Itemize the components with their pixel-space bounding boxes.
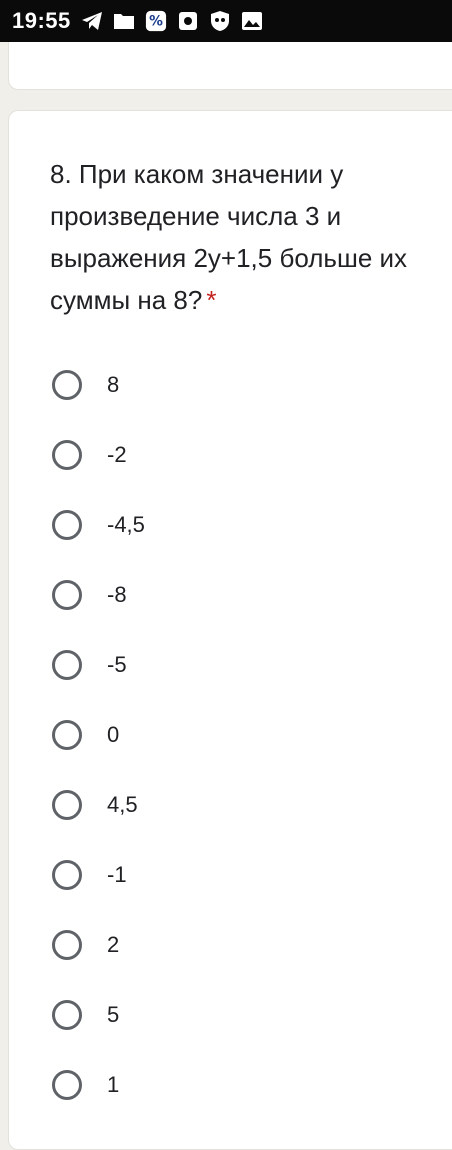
option-label: 8	[107, 372, 120, 397]
option-item[interactable]: -8	[50, 560, 145, 630]
radio-button[interactable]	[52, 790, 82, 820]
option-label: 0	[107, 722, 120, 747]
question-text: 8. При каком значении у произведение чис…	[50, 159, 408, 315]
required-asterisk: *	[206, 285, 217, 315]
option-label: 5	[107, 1002, 120, 1027]
radio-button[interactable]	[52, 930, 82, 960]
folder-icon	[113, 10, 135, 32]
option-item[interactable]: 1	[50, 1050, 145, 1120]
option-item[interactable]: 0	[50, 700, 145, 770]
telegram-icon	[81, 10, 103, 32]
option-label: -1	[107, 862, 127, 887]
media-icon	[177, 10, 199, 32]
radio-button[interactable]	[52, 510, 82, 540]
option-item[interactable]: -1	[50, 840, 145, 910]
option-label: 2	[107, 932, 120, 957]
option-item[interactable]: 4,5	[50, 770, 145, 840]
option-label: 1	[107, 1072, 120, 1097]
option-item[interactable]: -4,5	[50, 490, 145, 560]
option-item[interactable]: 8	[50, 350, 145, 420]
option-label: -8	[107, 582, 127, 607]
percent-app-icon: %	[145, 10, 167, 32]
option-label: -2	[107, 442, 127, 467]
svg-text:%: %	[149, 14, 163, 30]
previous-question-card	[8, 42, 452, 90]
radio-button[interactable]	[52, 580, 82, 610]
shield-app-icon	[209, 10, 231, 32]
status-time: 19:55	[12, 8, 71, 33]
option-item[interactable]: -2	[50, 420, 145, 490]
radio-button[interactable]	[52, 370, 82, 400]
answer-options: 8 -2 -4,5 -8 -5 0 4,5 -1 2 5 1	[50, 350, 145, 1120]
radio-button[interactable]	[52, 1000, 82, 1030]
gallery-icon	[241, 10, 263, 32]
option-item[interactable]: 5	[50, 980, 145, 1050]
option-label: -5	[107, 652, 127, 677]
radio-button[interactable]	[52, 1070, 82, 1100]
status-bar: 19:55 %	[0, 0, 452, 42]
radio-button[interactable]	[52, 720, 82, 750]
status-icons: %	[81, 10, 263, 32]
question-title: 8. При каком значении у произведение чис…	[50, 153, 445, 321]
option-item[interactable]: -5	[50, 630, 145, 700]
option-item[interactable]: 2	[50, 910, 145, 980]
option-label: -4,5	[107, 512, 145, 537]
radio-button[interactable]	[52, 440, 82, 470]
radio-button[interactable]	[52, 860, 82, 890]
option-label: 4,5	[107, 792, 138, 817]
radio-button[interactable]	[52, 650, 82, 680]
